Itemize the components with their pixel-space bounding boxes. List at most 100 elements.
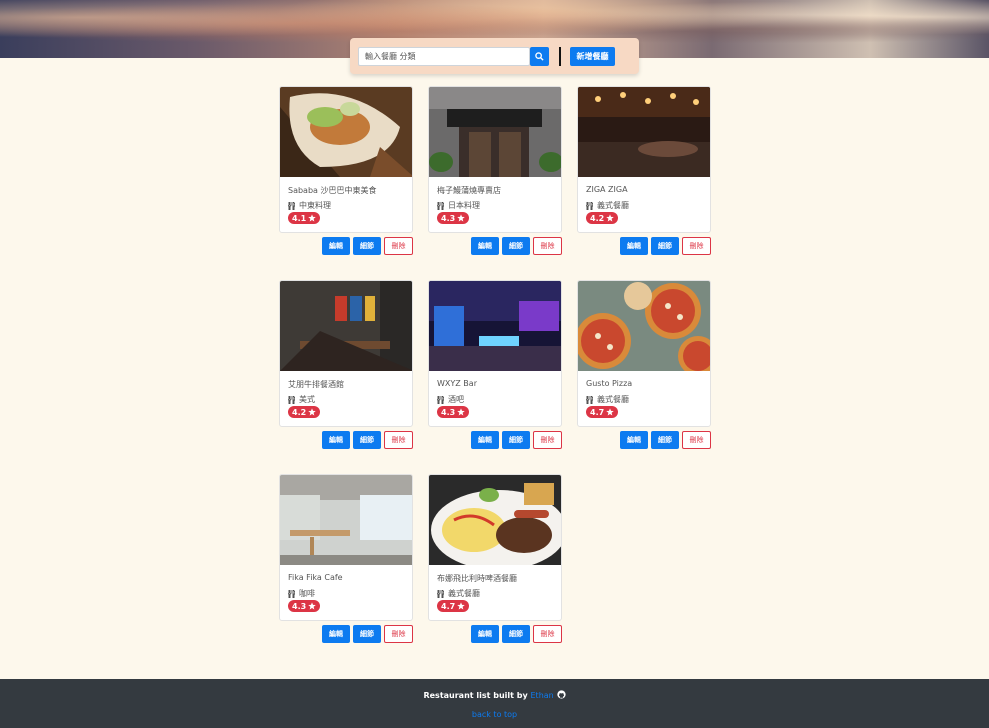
rating-badge: 4.7 — [437, 600, 470, 612]
delete-button[interactable]: 刪除 — [533, 431, 562, 449]
edit-button[interactable]: 編輯 — [322, 431, 350, 449]
restaurant-name: 梅子鰻蒲燒專賣店 — [437, 186, 501, 195]
rating-badge: 4.7 — [586, 406, 619, 418]
restaurant-name: Sababa 沙巴巴中東美食 — [288, 186, 377, 195]
restaurant-card[interactable]: WXYZ Bar 酒吧 4.3 — [428, 280, 562, 427]
author-link[interactable]: Ethan — [531, 691, 554, 700]
detail-button[interactable]: 細節 — [353, 237, 381, 255]
detail-button[interactable]: 細節 — [353, 431, 381, 449]
detail-button[interactable]: 細節 — [502, 237, 530, 255]
detail-button[interactable]: 細節 — [651, 431, 679, 449]
restaurant-card[interactable]: Fika Fika Cafe 咖啡 4.3 — [279, 474, 413, 621]
restaurant-category: 日本料理 — [437, 200, 480, 211]
rating-value: 4.3 — [292, 601, 307, 611]
restaurant-image — [429, 281, 561, 371]
edit-button[interactable]: 編輯 — [322, 625, 350, 643]
rating-value: 4.3 — [441, 213, 456, 223]
restaurant-card[interactable]: Sababa 沙巴巴中東美食 中東料理 4.1 — [279, 86, 413, 233]
star-icon — [308, 214, 316, 222]
restaurant-image — [280, 281, 412, 371]
rating-badge: 4.2 — [288, 406, 321, 418]
restaurant-category: 義式餐廳 — [586, 200, 629, 211]
search-icon — [535, 52, 544, 61]
utensils-icon — [288, 201, 295, 210]
restaurant-card[interactable]: 梅子鰻蒲燒專賣店 日本料理 4.3 — [428, 86, 562, 233]
github-icon[interactable] — [556, 690, 566, 699]
rating-badge: 4.3 — [288, 600, 321, 612]
restaurant-name: WXYZ Bar — [437, 379, 477, 388]
restaurant-image — [280, 87, 412, 177]
restaurant-image — [578, 87, 710, 177]
star-icon — [308, 408, 316, 416]
category-label: 義式餐廳 — [597, 395, 629, 404]
utensils-icon — [586, 395, 593, 404]
category-label: 義式餐廳 — [597, 201, 629, 210]
category-label: 日本料理 — [448, 201, 480, 210]
restaurant-name: Gusto Pizza — [586, 379, 633, 388]
edit-button[interactable]: 編輯 — [620, 431, 648, 449]
add-restaurant-button[interactable]: 新增餐廳 — [570, 47, 615, 66]
utensils-icon — [437, 395, 444, 404]
delete-button[interactable]: 刪除 — [384, 237, 413, 255]
rating-value: 4.7 — [590, 407, 605, 417]
detail-button[interactable]: 細節 — [651, 237, 679, 255]
restaurant-name: 布娜飛比利時啤酒餐廳 — [437, 574, 517, 583]
restaurant-image — [429, 475, 561, 565]
restaurant-card[interactable]: 艾朋牛排餐酒館 美式 4.2 — [279, 280, 413, 427]
edit-button[interactable]: 編輯 — [471, 625, 499, 643]
category-label: 咖啡 — [299, 589, 315, 598]
category-label: 中東料理 — [299, 201, 331, 210]
category-label: 酒吧 — [448, 395, 464, 404]
edit-button[interactable]: 編輯 — [471, 431, 499, 449]
star-icon — [457, 602, 465, 610]
rating-badge: 4.3 — [437, 212, 470, 224]
restaurant-image — [280, 475, 412, 565]
star-icon — [457, 408, 465, 416]
footer-text: Restaurant list built by — [423, 691, 528, 700]
restaurant-category: 咖啡 — [288, 588, 315, 599]
rating-value: 4.7 — [441, 601, 456, 611]
search-input[interactable]: 輸入餐廳 分類 — [358, 47, 530, 66]
delete-button[interactable]: 刪除 — [682, 431, 711, 449]
restaurant-category: 美式 — [288, 394, 315, 405]
utensils-icon — [437, 589, 444, 598]
restaurant-name: 艾朋牛排餐酒館 — [288, 380, 344, 389]
edit-button[interactable]: 編輯 — [471, 237, 499, 255]
rating-value: 4.2 — [292, 407, 307, 417]
delete-button[interactable]: 刪除 — [384, 431, 413, 449]
detail-button[interactable]: 細節 — [353, 625, 381, 643]
back-to-top-link[interactable]: back to top — [0, 710, 989, 719]
delete-button[interactable]: 刪除 — [682, 237, 711, 255]
star-icon — [606, 214, 614, 222]
restaurant-card[interactable]: 布娜飛比利時啤酒餐廳 義式餐廳 4.7 — [428, 474, 562, 621]
restaurant-category: 義式餐廳 — [437, 588, 480, 599]
utensils-icon — [288, 589, 295, 598]
restaurant-card[interactable]: ZIGA ZIGA 義式餐廳 4.2 — [577, 86, 711, 233]
category-label: 義式餐廳 — [448, 589, 480, 598]
rating-badge: 4.1 — [288, 212, 321, 224]
restaurant-category: 中東料理 — [288, 200, 331, 211]
footer: Restaurant list built by Ethan back to t… — [0, 679, 989, 728]
restaurant-name: Fika Fika Cafe — [288, 573, 343, 582]
rating-badge: 4.2 — [586, 212, 619, 224]
detail-button[interactable]: 細節 — [502, 431, 530, 449]
utensils-icon — [437, 201, 444, 210]
delete-button[interactable]: 刪除 — [533, 237, 562, 255]
delete-button[interactable]: 刪除 — [533, 625, 562, 643]
divider — [559, 47, 561, 66]
category-label: 美式 — [299, 395, 315, 404]
rating-value: 4.2 — [590, 213, 605, 223]
detail-button[interactable]: 細節 — [502, 625, 530, 643]
edit-button[interactable]: 編輯 — [322, 237, 350, 255]
restaurant-image — [429, 87, 561, 177]
edit-button[interactable]: 編輯 — [620, 237, 648, 255]
delete-button[interactable]: 刪除 — [384, 625, 413, 643]
restaurant-card[interactable]: Gusto Pizza 義式餐廳 4.7 — [577, 280, 711, 427]
search-button[interactable] — [530, 47, 549, 66]
star-icon — [308, 602, 316, 610]
utensils-icon — [586, 201, 593, 210]
restaurant-image — [578, 281, 710, 371]
star-icon — [457, 214, 465, 222]
utensils-icon — [288, 395, 295, 404]
rating-value: 4.1 — [292, 213, 307, 223]
